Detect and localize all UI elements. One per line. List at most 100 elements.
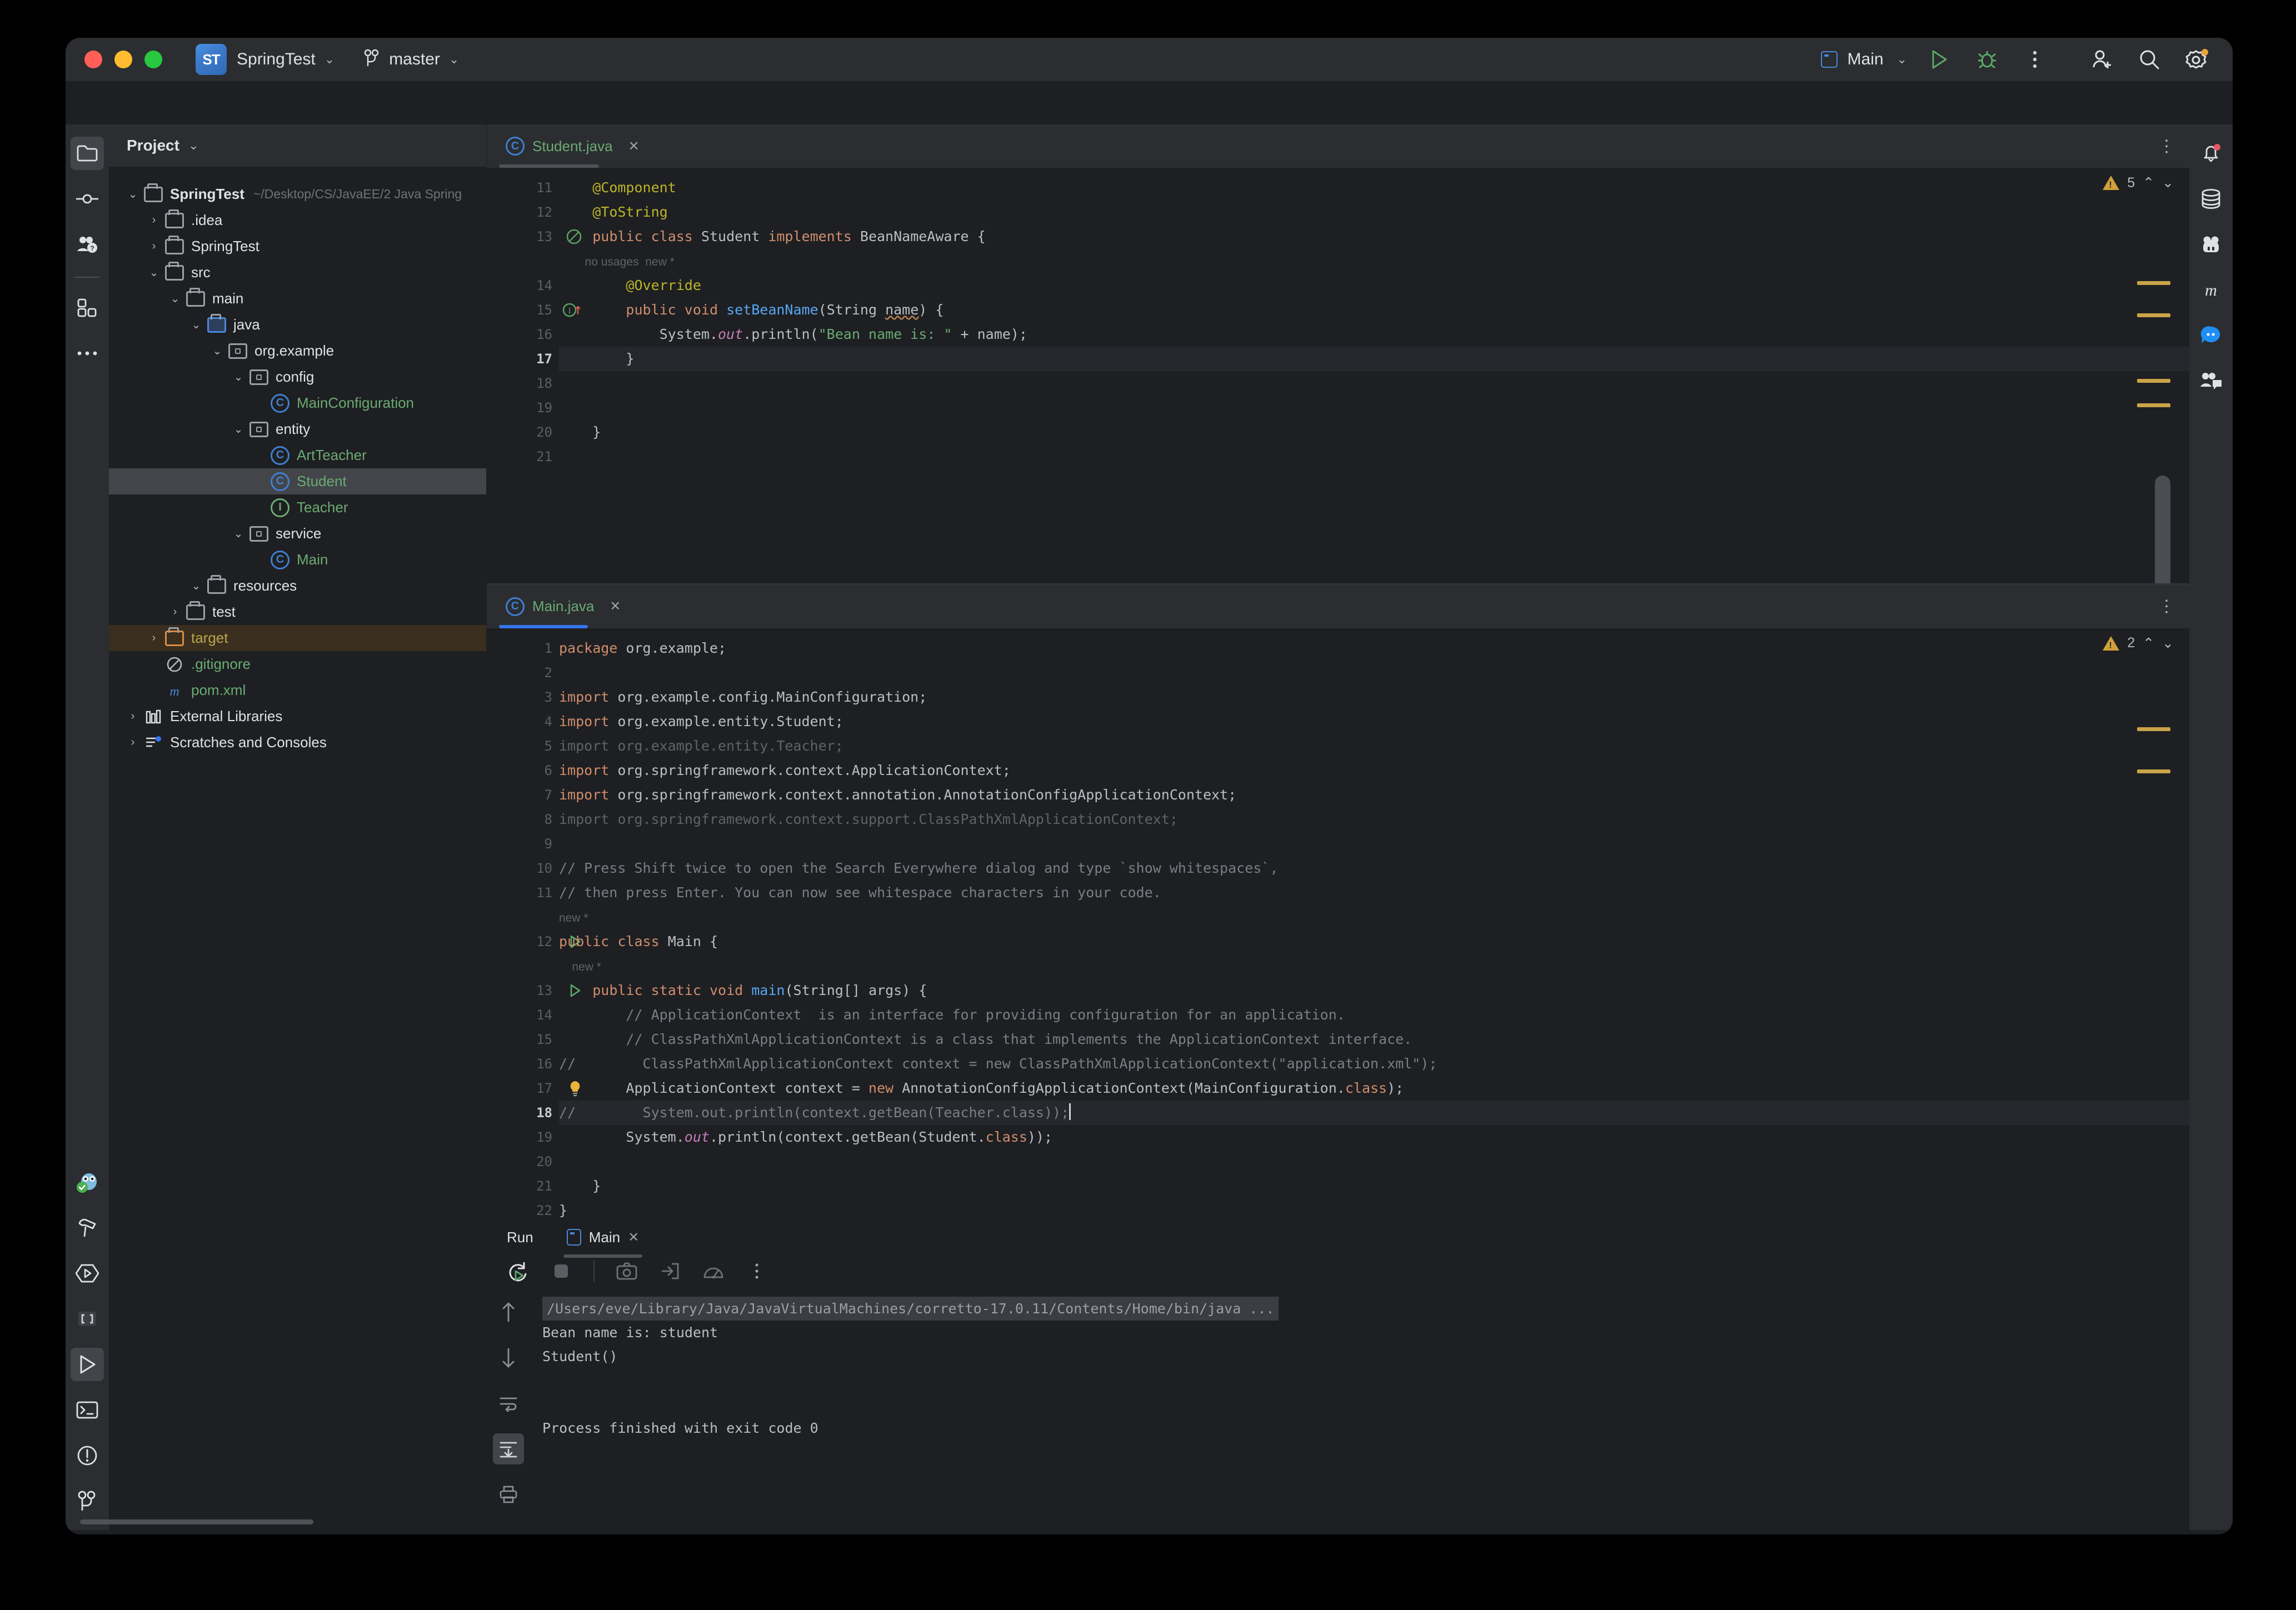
scroll-down-icon[interactable] xyxy=(493,1342,524,1373)
sidebar-item-commit[interactable] xyxy=(71,182,104,216)
maven-m-icon[interactable]: m xyxy=(2194,273,2228,307)
print-icon[interactable] xyxy=(493,1479,524,1510)
sidebar-item-build[interactable] xyxy=(71,1211,104,1244)
tree-node--gitignore[interactable]: .gitignore xyxy=(109,651,486,677)
tree-node-entity[interactable]: ⌄entity xyxy=(109,416,486,442)
sidebar-item-problems[interactable] xyxy=(71,1439,104,1472)
tree-node-target[interactable]: ›target xyxy=(109,625,486,651)
code-with-me-icon[interactable] xyxy=(2194,364,2228,398)
window-controls[interactable] xyxy=(66,51,162,68)
ai-assistant-face-icon[interactable] xyxy=(2194,228,2228,261)
gutter-top[interactable]: 1112131415I161718192021 xyxy=(487,168,559,583)
notifications-bell-icon[interactable] xyxy=(2194,137,2228,170)
error-stripe-mark[interactable] xyxy=(2137,281,2170,285)
close-icon[interactable]: ✕ xyxy=(628,1229,639,1246)
close-window-button[interactable] xyxy=(84,51,102,68)
branch-selector[interactable]: master ⌄ xyxy=(363,49,459,71)
profiler-gauge-icon[interactable] xyxy=(698,1256,729,1287)
editor-scrollbar-thumb[interactable] xyxy=(2155,476,2170,583)
tab-student-java[interactable]: C Student.java ✕ xyxy=(487,124,655,168)
run-tab-main[interactable]: Main ✕ xyxy=(558,1219,648,1256)
sidebar-item-spring[interactable] xyxy=(71,1166,104,1199)
sidebar-item-pull-requests[interactable]: ? xyxy=(71,228,104,261)
error-stripe-mark[interactable] xyxy=(2137,313,2170,317)
tree-node-src[interactable]: ⌄src xyxy=(109,259,486,286)
run-button[interactable] xyxy=(1924,44,1955,75)
error-stripe-mark[interactable] xyxy=(2137,769,2170,773)
screenshot-camera-icon[interactable] xyxy=(611,1256,642,1287)
run-configuration-selector[interactable]: Main ⌄ xyxy=(1821,50,1907,69)
chevron-right-icon[interactable]: › xyxy=(166,606,184,618)
sidebar-item-bookmarks[interactable] xyxy=(71,1302,104,1336)
tree-node-mainconfiguration[interactable]: CMainConfiguration xyxy=(109,390,486,416)
database-icon[interactable] xyxy=(2194,182,2228,216)
prev-problem-icon[interactable]: ⌃ xyxy=(2143,174,2154,191)
chevron-down-icon[interactable]: ⌄ xyxy=(208,344,227,358)
chevron-down-icon[interactable]: ⌄ xyxy=(325,52,335,67)
code-with-me-button[interactable] xyxy=(2086,44,2117,75)
tree-node-main[interactable]: ⌄main xyxy=(109,286,486,312)
error-stripe-mark[interactable] xyxy=(2137,727,2170,731)
rerun-button[interactable] xyxy=(502,1256,533,1287)
chevron-down-icon[interactable]: ⌄ xyxy=(188,138,198,153)
chat-bubble-icon[interactable] xyxy=(2194,319,2228,352)
close-icon[interactable]: ✕ xyxy=(628,138,640,154)
tree-node-scratches-and-consoles[interactable]: ›Scratches and Consoles xyxy=(109,729,486,756)
tree-node-test[interactable]: ›test xyxy=(109,599,486,625)
minimize-window-button[interactable] xyxy=(114,51,132,68)
tree-node-main[interactable]: CMain xyxy=(109,547,486,573)
scroll-up-icon[interactable] xyxy=(493,1297,524,1328)
export-icon[interactable] xyxy=(655,1256,686,1287)
chevron-down-icon[interactable]: ⌄ xyxy=(187,579,206,593)
search-everywhere-button[interactable] xyxy=(2134,44,2165,75)
chevron-right-icon[interactable]: › xyxy=(144,240,163,253)
chevron-down-icon[interactable]: ⌄ xyxy=(144,266,163,279)
project-tree-hscrollbar[interactable] xyxy=(80,1519,313,1524)
chevron-right-icon[interactable]: › xyxy=(144,214,163,227)
code-area-main[interactable]: package org.example;import org.example.c… xyxy=(559,628,2189,1219)
next-problem-icon[interactable]: ⌄ xyxy=(2162,174,2174,191)
chevron-down-icon[interactable]: ⌄ xyxy=(229,422,248,436)
code-area-student[interactable]: @Component @ToString public class Studen… xyxy=(559,168,2189,583)
error-stripe-mark[interactable] xyxy=(2137,403,2170,407)
inspection-widget-bottom[interactable]: 2 ⌃ ⌄ xyxy=(2103,635,2174,652)
tree-node-config[interactable]: ⌄config xyxy=(109,364,486,390)
more-options-kebab-icon[interactable] xyxy=(741,1256,772,1287)
tree-node-service[interactable]: ⌄service xyxy=(109,521,486,547)
scroll-to-end-icon[interactable] xyxy=(493,1433,524,1464)
tab-main-java[interactable]: C Main.java ✕ xyxy=(487,585,636,628)
sidebar-item-terminal[interactable] xyxy=(71,1393,104,1427)
error-stripe-mark[interactable] xyxy=(2137,379,2170,383)
tree-node-resources[interactable]: ⌄resources xyxy=(109,573,486,599)
tree-node-student[interactable]: CStudent xyxy=(109,468,486,494)
editor-options-kebab[interactable]: ⋮ xyxy=(2158,597,2175,616)
sidebar-item-run[interactable] xyxy=(71,1348,104,1381)
sidebar-item-structure[interactable] xyxy=(71,291,104,324)
settings-gear-icon[interactable] xyxy=(2182,44,2213,75)
tree-node-pom-xml[interactable]: mpom.xml xyxy=(109,677,486,703)
next-problem-icon[interactable]: ⌄ xyxy=(2162,635,2174,652)
sidebar-item-run-anything[interactable] xyxy=(71,1257,104,1290)
tree-node-java[interactable]: ⌄java xyxy=(109,312,486,338)
inspection-widget-top[interactable]: 5 ⌃ ⌄ xyxy=(2103,174,2174,191)
tree-node-teacher[interactable]: ITeacher xyxy=(109,494,486,521)
more-actions-button[interactable] xyxy=(2019,44,2050,75)
debug-button[interactable] xyxy=(1971,44,2003,75)
prev-problem-icon[interactable]: ⌃ xyxy=(2143,635,2154,652)
chevron-down-icon[interactable]: ⌄ xyxy=(229,527,248,541)
editor-body-student[interactable]: 1112131415I161718192021 @Component @ToSt… xyxy=(487,168,2189,583)
sidebar-item-project[interactable] xyxy=(71,137,104,170)
tree-node-artteacher[interactable]: CArtTeacher xyxy=(109,442,486,468)
tree-node-org-example[interactable]: ⌄org.example xyxy=(109,338,486,364)
project-name[interactable]: SpringTest xyxy=(237,50,316,69)
chevron-down-icon[interactable]: ⌄ xyxy=(123,187,142,201)
chevron-down-icon[interactable]: ⌄ xyxy=(166,292,184,306)
tree-node-external-libraries[interactable]: ›External Libraries xyxy=(109,703,486,729)
tree-node-springtest[interactable]: ⌄SpringTest~/Desktop/CS/JavaEE/2 Java Sp… xyxy=(109,181,486,207)
sidebar-item-more[interactable] xyxy=(71,337,104,370)
stop-button[interactable] xyxy=(546,1256,577,1287)
gutter-bottom[interactable]: 12345678910111213141516171819202122 xyxy=(487,628,559,1219)
project-tree[interactable]: ⌄SpringTest~/Desktop/CS/JavaEE/2 Java Sp… xyxy=(109,167,486,1530)
tree-node-springtest[interactable]: ›SpringTest xyxy=(109,233,486,259)
chevron-right-icon[interactable]: › xyxy=(123,736,142,749)
